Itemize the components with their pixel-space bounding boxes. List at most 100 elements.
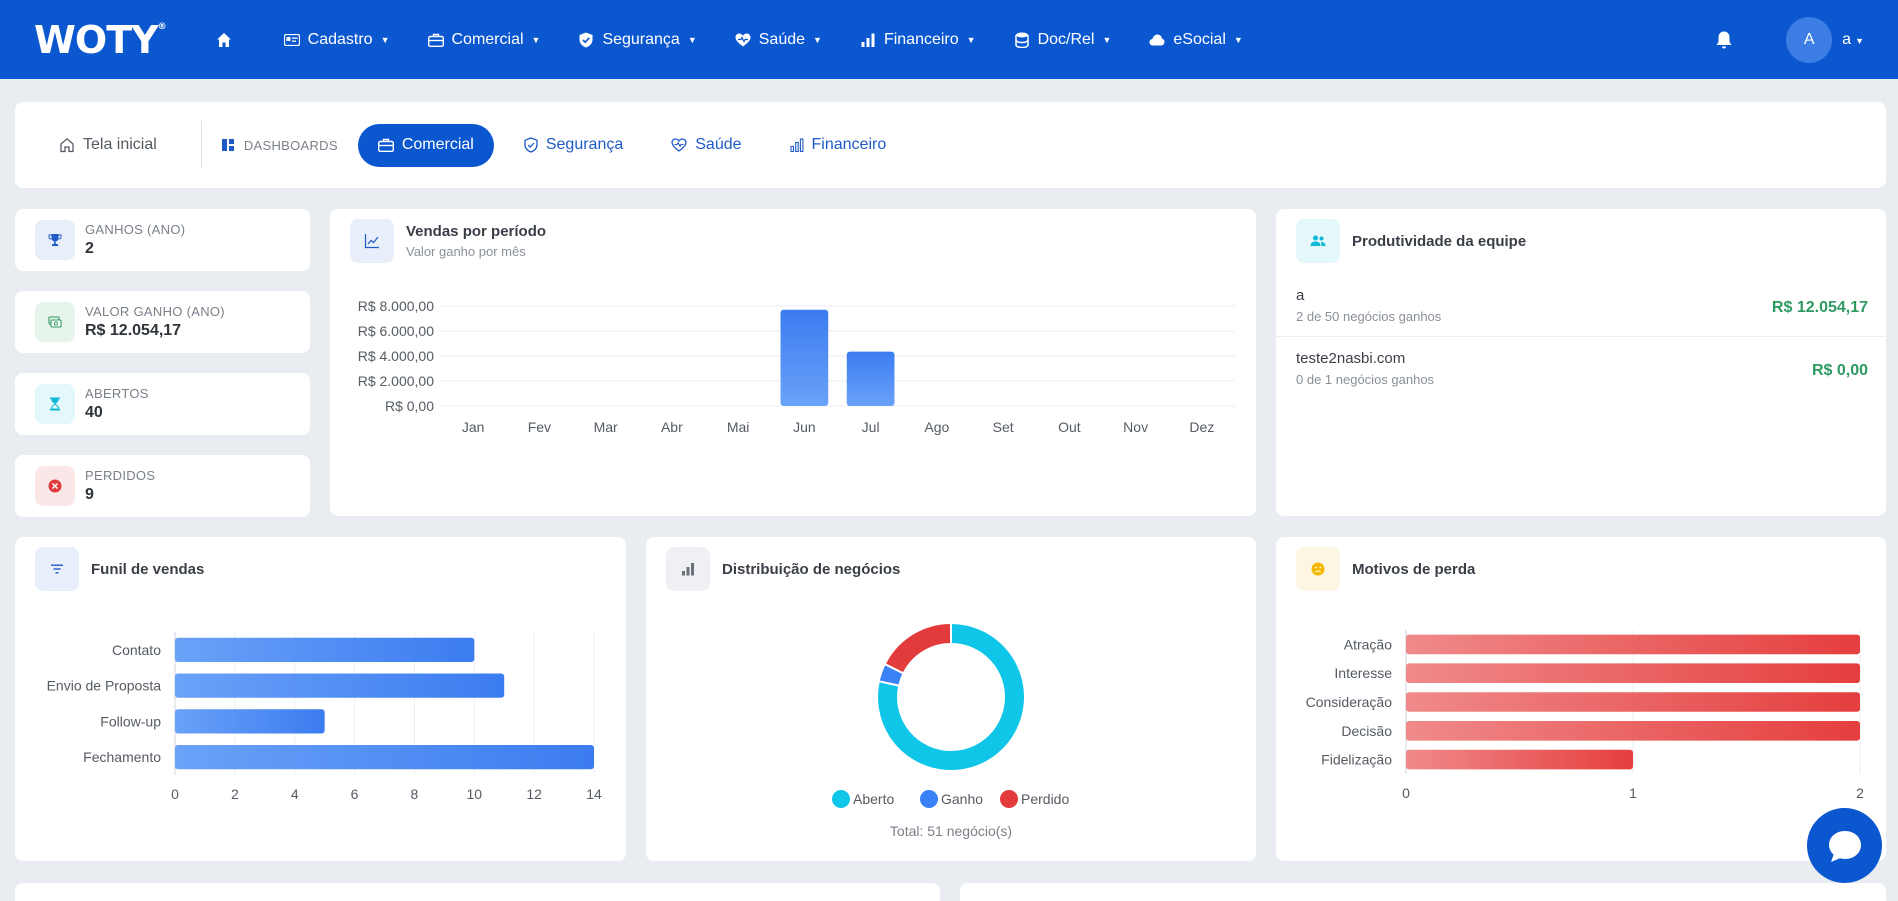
team-icon-box <box>1296 219 1340 263</box>
dashboards-label: DASHBOARDS <box>221 137 338 153</box>
hourglass-icon <box>50 397 60 411</box>
nav-cadastro[interactable]: Cadastro ▼ <box>283 30 390 49</box>
chevron-down-icon: ▼ <box>1233 34 1243 45</box>
team-row-value: R$ 0,00 <box>1811 362 1868 379</box>
nav-docrel[interactable]: Doc/Rel ▼ <box>1014 31 1112 49</box>
nav-esocial[interactable]: eSocial ▼ <box>1149 30 1243 49</box>
legend-label: Ganho <box>941 791 983 807</box>
x-tick-label: 14 <box>586 786 602 802</box>
y-tick-label: R$ 2.000,00 <box>358 373 434 389</box>
team-row-sub: 0 de 1 negócios ganhos <box>1296 372 1435 387</box>
bottom-card-right <box>960 883 1886 901</box>
funil-chart: 0 2 4 6 8 10 12 14 Contato Envio de Proposta Follo… <box>47 632 602 802</box>
user-name: a <box>1842 30 1852 48</box>
nav-esocial-label: eSocial <box>1173 30 1226 48</box>
nav-comercial-label: Comercial <box>451 30 524 48</box>
x-tick-label: 0 <box>171 786 179 802</box>
x-tick-label: 6 <box>351 786 359 802</box>
kpi-perdidos-icon-box <box>35 466 75 506</box>
x-circle-icon <box>48 479 62 493</box>
y-tick-label: Envio de Proposta <box>47 678 162 694</box>
y-tick-label: Atração <box>1344 636 1392 652</box>
tab-seguranca[interactable]: Segurança <box>524 136 623 154</box>
navbar-user-area: A a ▼ <box>1714 0 1864 79</box>
kpi-valor-label: VALOR GANHO (ANO) <box>85 304 225 319</box>
x-tick-label: Abr <box>661 419 683 435</box>
y-tick-label: Fidelização <box>1321 752 1392 768</box>
bar-chart-icon <box>861 33 875 47</box>
chat-widget-button[interactable] <box>1807 808 1882 883</box>
y-tick-label: R$ 4.000,00 <box>358 348 434 364</box>
nav-home[interactable] <box>216 32 232 48</box>
tab-saude[interactable]: Saúde <box>671 136 742 154</box>
home-outline-icon <box>60 137 74 153</box>
brand-logo[interactable]: WOTY ® <box>34 17 167 62</box>
chevron-down-icon: ▼ <box>966 34 976 45</box>
tab-home[interactable]: Tela inicial <box>59 136 157 154</box>
kpi-abertos-value: 40 <box>85 404 103 421</box>
team-card: Produtividade da equipe a 2 de 50 negóci… <box>1276 209 1886 516</box>
team-title: Produtividade da equipe <box>1352 232 1527 250</box>
bar <box>1406 749 1633 770</box>
tab-seguranca-label: Segurança <box>545 136 624 153</box>
legend-label: Perdido <box>1021 791 1069 807</box>
bar <box>175 637 475 663</box>
x-tick-label: 10 <box>466 786 482 802</box>
chevron-down-icon: ▼ <box>1102 34 1112 45</box>
x-tick-label: 1 <box>1629 785 1637 801</box>
dashboard-grid-icon <box>221 139 234 151</box>
kpi-ganhos-label: GANHOS (ANO) <box>85 222 186 237</box>
logo-text: WOTY <box>34 17 159 62</box>
bell-icon[interactable] <box>1714 30 1734 50</box>
database-icon <box>1014 32 1029 48</box>
kpi-valor-ganho: VALOR GANHO (ANO) R$ 12.054,17 <box>15 291 310 353</box>
trophy-icon <box>48 234 62 246</box>
chevron-down-icon: ▼ <box>380 34 390 45</box>
nav-cadastro-label: Cadastro <box>307 30 373 48</box>
tab-saude-label: Saúde <box>695 136 742 153</box>
team-header: Produtividade da equipe <box>1296 219 1526 263</box>
legend-label: Aberto <box>853 791 894 807</box>
kpi-ganhos-value: 2 <box>85 240 94 257</box>
x-tick-label: Mar <box>594 419 618 435</box>
bar <box>846 351 895 406</box>
kpi-valor-icon-box <box>35 302 75 342</box>
nav-saude-label: Saúde <box>758 30 806 48</box>
cloud-icon <box>1149 34 1165 45</box>
bottom-card-left <box>15 883 940 901</box>
nav-comercial[interactable]: Comercial ▼ <box>427 30 541 49</box>
tab-financeiro[interactable]: Financeiro <box>789 136 887 154</box>
bar-chart-outline-icon <box>789 138 803 152</box>
x-tick-label: Dez <box>1189 419 1214 435</box>
y-tick-label: Contato <box>112 642 161 658</box>
kpi-ganhos: GANHOS (ANO) 2 <box>15 209 310 271</box>
kpi-ganhos-icon-box <box>35 220 75 260</box>
tab-financeiro-label: Financeiro <box>811 136 887 153</box>
pie-slice <box>883 621 952 675</box>
shield-icon <box>579 32 593 47</box>
bar <box>1406 692 1860 712</box>
x-tick-label: Jan <box>462 419 485 435</box>
dashboards-label-text: DASHBOARDS <box>243 137 338 153</box>
vendas-card: Vendas por período Valor ganho por mês R… <box>330 209 1256 516</box>
heart-pulse-icon <box>671 138 687 152</box>
avatar[interactable]: A <box>1786 16 1833 63</box>
user-menu[interactable]: a ▼ <box>1842 31 1864 49</box>
x-tick-label: Nov <box>1123 419 1148 435</box>
nav-financeiro[interactable]: Financeiro ▼ <box>860 31 976 49</box>
nav-saude[interactable]: Saúde ▼ <box>735 31 822 49</box>
kpi-abertos: ABERTOS 40 <box>15 373 310 435</box>
id-card-icon <box>283 33 300 46</box>
chevron-down-icon: ▼ <box>531 34 541 45</box>
kpi-perdidos-value: 9 <box>85 486 94 503</box>
team-row[interactable]: teste2nasbi.com 0 de 1 negócios ganhos R… <box>1296 350 1868 387</box>
tab-comercial[interactable]: Comercial <box>357 123 494 167</box>
nav-seguranca[interactable]: Segurança ▼ <box>578 31 697 49</box>
x-tick-label: 8 <box>411 786 419 802</box>
x-tick-label: Fev <box>528 419 551 435</box>
y-tick-label: R$ 8.000,00 <box>358 298 434 314</box>
bar <box>175 709 325 734</box>
motivos-chart: 0 1 2 Atração Interesse Consideração Decisão Fi… <box>1306 630 1864 801</box>
users-icon <box>1310 235 1326 246</box>
team-row[interactable]: a 2 de 50 negócios ganhos R$ 12.054,17 <box>1296 287 1868 324</box>
